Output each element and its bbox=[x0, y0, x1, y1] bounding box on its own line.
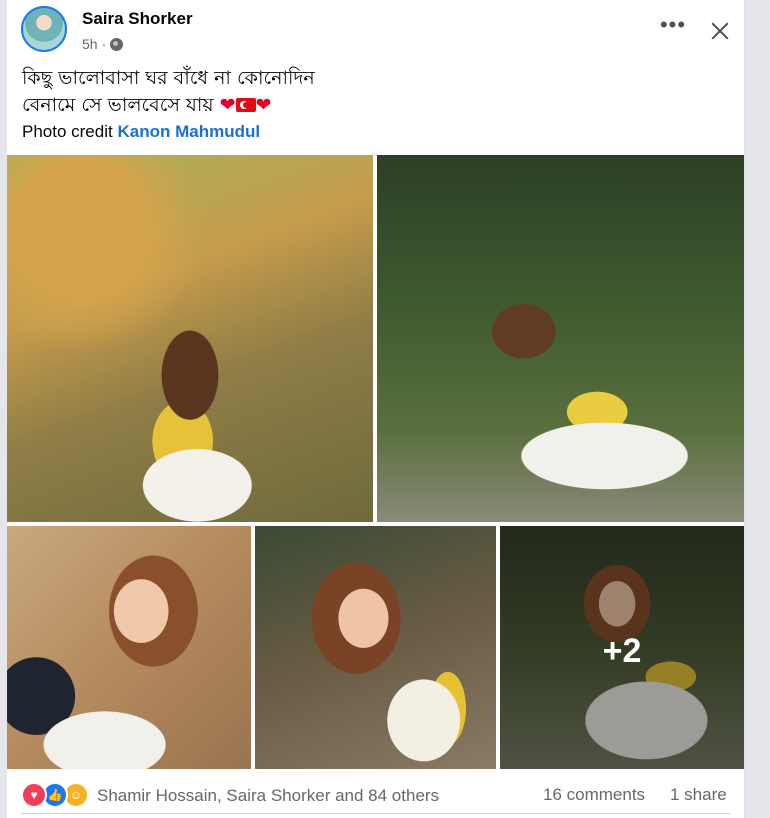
heart-emoji-icon: ❤ bbox=[219, 94, 236, 116]
post-card: Saira Shorker 5h · ••• কিছু ভালোবাসা ঘর … bbox=[7, 0, 745, 818]
caption-line-2: বেনামে সে ভালবেসে যায় ❤ ❤ bbox=[22, 92, 315, 119]
reaction-summary[interactable]: Shamir Hossain, Saira Shorker and 84 oth… bbox=[97, 786, 439, 806]
avatar[interactable] bbox=[21, 6, 67, 52]
heart-emoji-icon: ❤ bbox=[255, 94, 272, 116]
credit-label: Photo credit bbox=[22, 122, 113, 141]
love-reaction-icon[interactable]: ♥ bbox=[21, 782, 47, 808]
photo-1[interactable] bbox=[7, 155, 373, 522]
globe-icon[interactable] bbox=[110, 37, 124, 51]
caption-line-2-text: বেনামে সে ভালবেসে যায় bbox=[22, 94, 214, 116]
post-caption: কিছু ভালোবাসা ঘর বাঁধে না কোনোদিন বেনামে… bbox=[22, 65, 315, 145]
divider bbox=[21, 813, 730, 814]
author-name[interactable]: Saira Shorker bbox=[82, 9, 193, 29]
credit-link[interactable]: Kanon Mahmudul bbox=[117, 122, 260, 141]
photo-3[interactable] bbox=[7, 526, 251, 769]
reaction-icons[interactable]: ♥ 👍 ☺ bbox=[21, 782, 89, 808]
photo-credit: Photo credit Kanon Mahmudul bbox=[22, 119, 315, 145]
more-options-button[interactable]: ••• bbox=[659, 14, 687, 40]
photo-5-more[interactable]: +2 bbox=[500, 526, 744, 769]
meta-separator: · bbox=[101, 36, 107, 52]
post-footer: ♥ 👍 ☺ Shamir Hossain, Saira Shorker and … bbox=[7, 774, 744, 814]
post-meta: 5h · bbox=[82, 36, 124, 52]
post-time[interactable]: 5h bbox=[82, 36, 98, 52]
post-header: Saira Shorker 5h · ••• bbox=[21, 6, 744, 58]
more-photos-count: +2 bbox=[602, 632, 642, 670]
close-icon[interactable] bbox=[707, 18, 733, 44]
turkey-flag-icon bbox=[235, 98, 256, 112]
comments-count[interactable]: 16 comments bbox=[543, 785, 645, 805]
photo-2[interactable] bbox=[377, 155, 744, 522]
photo-4[interactable] bbox=[255, 526, 496, 769]
shares-count[interactable]: 1 share bbox=[670, 785, 727, 805]
caption-line-1: কিছু ভালোবাসা ঘর বাঁধে না কোনোদিন bbox=[22, 67, 315, 89]
